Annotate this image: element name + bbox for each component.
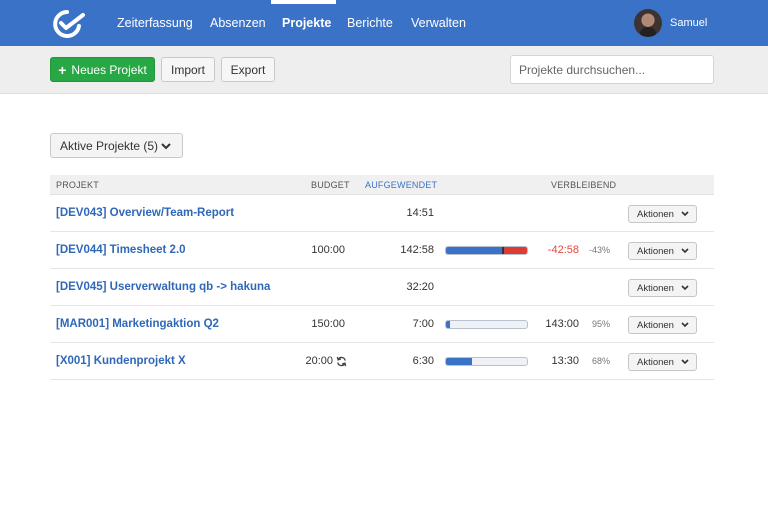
actions-label: Aktionen	[637, 319, 674, 331]
project-filter-dropdown[interactable]: Aktive Projekte (5)	[50, 133, 183, 158]
project-name-link[interactable]: [DEV044] Timesheet 2.0	[56, 232, 186, 269]
progress-overrun	[502, 247, 527, 254]
chevron-down-icon	[681, 211, 689, 217]
table-header: PROJEKT BUDGET AUFGEWENDET VERBLEIBEND	[50, 175, 714, 195]
table-row: [DEV044] Timesheet 2.0 100:00 142:58 -42…	[50, 232, 714, 269]
chevron-down-icon	[681, 285, 689, 291]
budget-marker	[501, 247, 504, 254]
import-button[interactable]: Import	[161, 57, 215, 82]
new-project-label: Neues Projekt	[71, 62, 147, 77]
budget-value: 150:00	[311, 318, 345, 330]
remaining-value: 13:30	[551, 355, 579, 367]
table-row: [X001] Kundenprojekt X 20:00 6:30 13:30 …	[50, 343, 714, 380]
actions-button[interactable]: Aktionen	[628, 316, 697, 334]
progress-fill	[446, 321, 451, 328]
spent-value: 32:20	[406, 281, 434, 293]
actions-button[interactable]: Aktionen	[628, 353, 697, 371]
column-header-project[interactable]: PROJEKT	[56, 175, 99, 195]
nav-item-verwalten[interactable]: Verwalten	[411, 0, 466, 46]
new-project-button[interactable]: + Neues Projekt	[50, 57, 155, 82]
checkmark-clock-icon[interactable]	[48, 8, 86, 38]
nav-item-berichte[interactable]: Berichte	[347, 0, 393, 46]
filter-label: Aktive Projekte (5)	[60, 138, 159, 153]
column-header-budget[interactable]: BUDGET	[311, 175, 350, 195]
progress-fill	[446, 358, 472, 365]
nav-item-projekte[interactable]: Projekte	[282, 0, 331, 46]
table-row: [DEV045] Userverwaltung qb -> hakuna 32:…	[50, 269, 714, 306]
remaining-percent: -43%	[588, 245, 610, 255]
chevron-down-icon	[681, 359, 689, 365]
spent-value: 6:30	[412, 355, 434, 367]
table-row: [DEV043] Overview/Team-Report 14:51 Akti…	[50, 195, 714, 232]
nav-item-zeiterfassung[interactable]: Zeiterfassung	[117, 0, 193, 46]
nav-item-absenzen[interactable]: Absenzen	[210, 0, 266, 46]
actions-label: Aktionen	[637, 356, 674, 368]
top-navigation: Zeiterfassung Absenzen Projekte Berichte…	[0, 0, 768, 46]
project-name-link[interactable]: [DEV045] Userverwaltung qb -> hakuna	[56, 269, 270, 306]
progress-bar	[445, 246, 528, 255]
progress-bar	[445, 357, 528, 366]
actions-label: Aktionen	[637, 208, 674, 220]
budget-value: 100:00	[311, 244, 345, 256]
actions-button[interactable]: Aktionen	[628, 279, 697, 297]
search-input[interactable]	[510, 55, 714, 84]
actions-button[interactable]: Aktionen	[628, 242, 697, 260]
spent-value: 7:00	[412, 318, 434, 330]
remaining-value: -42:58	[547, 244, 579, 256]
chevron-down-icon	[161, 143, 171, 150]
column-header-spent[interactable]: AUFGEWENDET	[365, 175, 437, 195]
actions-label: Aktionen	[637, 245, 674, 257]
user-menu[interactable]: Samuel	[634, 9, 707, 37]
column-header-remaining[interactable]: VERBLEIBEND	[551, 175, 616, 195]
progress-fill	[446, 247, 503, 254]
budget-value: 20:00	[305, 355, 333, 367]
chevron-down-icon	[681, 322, 689, 328]
chevron-down-icon	[681, 248, 689, 254]
spent-value: 142:58	[400, 244, 434, 256]
project-name-link[interactable]: [MAR001] Marketingaktion Q2	[56, 306, 219, 343]
avatar	[634, 9, 662, 37]
user-name: Samuel	[670, 17, 708, 29]
progress-bar	[445, 320, 528, 329]
export-button[interactable]: Export	[221, 57, 275, 82]
remaining-percent: 95%	[591, 319, 610, 329]
project-name-link[interactable]: [X001] Kundenprojekt X	[56, 343, 186, 380]
remaining-percent: 68%	[591, 356, 610, 366]
spent-value: 14:51	[406, 207, 434, 219]
project-name-link[interactable]: [DEV043] Overview/Team-Report	[56, 195, 234, 232]
remaining-value: 143:00	[545, 318, 579, 330]
plus-icon: +	[58, 61, 67, 78]
actions-button[interactable]: Aktionen	[628, 205, 697, 223]
recurring-icon	[336, 356, 347, 367]
table-row: [MAR001] Marketingaktion Q2 150:00 7:00 …	[50, 306, 714, 343]
toolbar: + Neues Projekt Import Export	[0, 46, 768, 94]
actions-label: Aktionen	[637, 282, 674, 294]
